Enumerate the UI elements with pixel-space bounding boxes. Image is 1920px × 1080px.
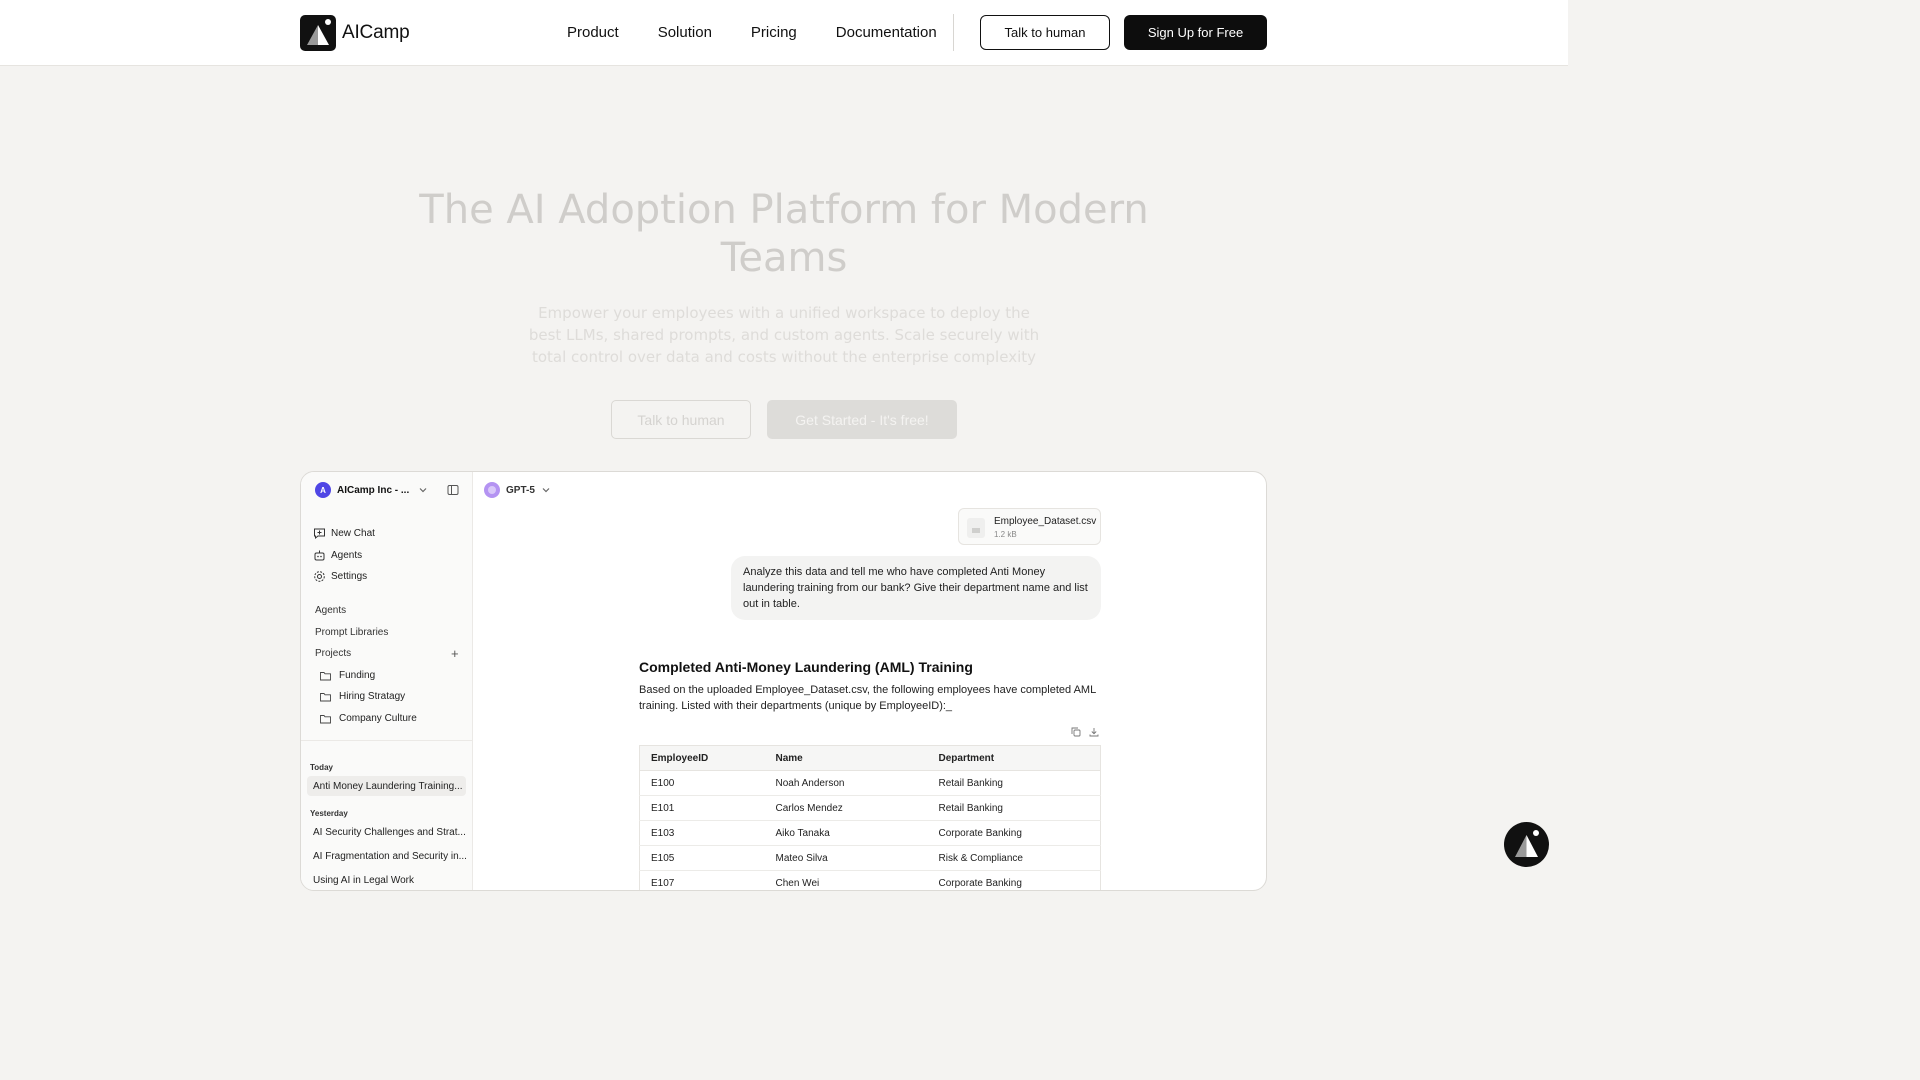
file-name: Employee_Dataset.csv [994, 516, 1097, 527]
table-row: E100 Noah Anderson Retail Banking [639, 770, 1101, 796]
workspace-switcher[interactable]: A AICamp Inc - ... [315, 482, 409, 498]
table-cell: Retail Banking [927, 770, 1101, 796]
sign-up-button[interactable]: Sign Up for Free [1124, 15, 1267, 50]
history-group-yesterday: Yesterday [310, 809, 348, 818]
table-row: E103 Aiko Tanaka Corporate Banking [639, 820, 1101, 846]
nav-link-product[interactable]: Product [567, 24, 619, 41]
table-cell: Retail Banking [927, 795, 1101, 821]
chevron-down-icon [542, 488, 550, 493]
table-cell: Noah Anderson [764, 770, 928, 796]
hero-subtitle: Empower your employees with a unified wo… [528, 304, 1040, 366]
table-row: E107 Chen Wei Corporate Banking [639, 870, 1101, 890]
workspace-avatar: A [315, 482, 331, 498]
chat-history-item[interactable]: Using AI in Legal Work [307, 870, 466, 890]
nav-links: Product Solution Pricing Documentation [567, 24, 937, 41]
project-label: Hiring Stratagy [339, 691, 406, 702]
results-table: EmployeeID Name Department E100 Noah And… [639, 745, 1101, 890]
sidebar-section-projects[interactable]: Projects [315, 648, 351, 659]
sidebar-section-agents[interactable]: Agents [315, 605, 346, 616]
chat-history-item[interactable]: AI Fragmentation and Security in... [307, 846, 466, 866]
top-navbar: AICamp Product Solution Pricing Document… [0, 0, 1568, 66]
table-cell: E103 [639, 820, 765, 846]
workspace-name: AICamp Inc - ... [337, 484, 410, 496]
table-cell: Corporate Banking [927, 820, 1101, 846]
attached-file-card[interactable]: Employee_Dataset.csv 1.2 kB [958, 508, 1101, 545]
chat-history-item[interactable]: Anti Money Laundering Training... [307, 776, 466, 796]
agents-icon [314, 550, 325, 561]
new-chat-icon [314, 528, 325, 540]
answer-title: Completed Anti-Money Laundering (AML) Tr… [639, 659, 973, 675]
table-cell: Carlos Mendez [764, 795, 928, 821]
model-name: GPT-5 [506, 484, 535, 496]
table-actions [1071, 727, 1099, 737]
table-row: E105 Mateo Silva Risk & Compliance [639, 845, 1101, 871]
chat-history-item[interactable]: AI Security Challenges and Strat... [307, 822, 466, 842]
talk-to-human-button[interactable]: Talk to human [980, 15, 1110, 50]
model-icon [484, 482, 500, 498]
sidebar-item-label: Settings [331, 571, 368, 582]
hero-talk-to-human-button[interactable]: Talk to human [611, 400, 751, 439]
app-sidebar: A AICamp Inc - ... New Chat Agents Setti… [301, 472, 473, 890]
plus-icon[interactable]: + [451, 646, 459, 661]
table-cell: E101 [639, 795, 765, 821]
sidebar-section-prompt-libraries[interactable]: Prompt Libraries [315, 627, 388, 638]
nav-divider [953, 14, 954, 51]
column-header: Name [764, 745, 928, 771]
answer-text: Based on the uploaded Employee_Dataset.c… [639, 684, 1096, 712]
chat-launcher-button[interactable] [1504, 822, 1549, 867]
folder-icon [320, 671, 331, 680]
table-cell: Corporate Banking [927, 870, 1101, 890]
table-cell: E105 [639, 845, 765, 871]
download-icon[interactable] [1089, 727, 1099, 737]
user-message: Analyze this data and tell me who have c… [731, 556, 1101, 620]
sidebar-item-label: Agents [331, 550, 363, 561]
sidebar-item-new-chat[interactable]: New Chat [313, 527, 375, 540]
nav-link-documentation[interactable]: Documentation [836, 24, 937, 41]
sidebar-divider [301, 740, 473, 741]
project-label: Funding [339, 670, 376, 681]
nav-link-pricing[interactable]: Pricing [751, 24, 797, 41]
table-cell: E107 [639, 870, 765, 890]
sidebar-item-agents[interactable]: Agents [313, 549, 362, 562]
table-cell: Mateo Silva [764, 845, 928, 871]
chat-launcher-icon [1515, 830, 1539, 857]
app-preview: A AICamp Inc - ... New Chat Agents Setti… [300, 471, 1267, 891]
folder-icon [320, 692, 331, 701]
sidebar-item-settings[interactable]: Settings [313, 570, 367, 583]
project-item-company-culture[interactable]: Company Culture [320, 713, 417, 724]
brand-name: AICamp [342, 22, 410, 43]
chevron-down-icon[interactable] [418, 485, 428, 495]
hero-title: The AI Adoption Platform for Modern Team… [419, 187, 1149, 281]
brand-logo-icon [300, 15, 336, 51]
settings-icon [314, 571, 325, 582]
project-item-funding[interactable]: Funding [320, 670, 375, 681]
history-group-today: Today [310, 763, 333, 772]
column-header: EmployeeID [639, 745, 765, 771]
table-cell: Risk & Compliance [927, 845, 1101, 871]
model-selector[interactable]: GPT-5 [484, 482, 551, 498]
sidebar-item-label: New Chat [331, 528, 375, 539]
table-row: E101 Carlos Mendez Retail Banking [639, 795, 1101, 821]
table-cell: Chen Wei [764, 870, 928, 890]
table-header-row: EmployeeID Name Department [639, 745, 1101, 771]
file-size: 1.2 kB [994, 530, 1017, 539]
brand-logo[interactable]: AICamp [300, 15, 410, 51]
table-cell: E100 [639, 770, 765, 796]
file-icon [967, 518, 985, 538]
column-header: Department [927, 745, 1101, 771]
get-started-button[interactable]: Get Started - It's free! [767, 400, 957, 439]
folder-icon [320, 714, 331, 723]
project-item-hiring-stratagy[interactable]: Hiring Stratagy [320, 691, 405, 702]
project-label: Company Culture [339, 713, 417, 724]
table-cell: Aiko Tanaka [764, 820, 928, 846]
sidebar-toggle-icon[interactable] [447, 484, 459, 496]
copy-icon[interactable] [1071, 727, 1081, 737]
nav-link-solution[interactable]: Solution [658, 24, 712, 41]
